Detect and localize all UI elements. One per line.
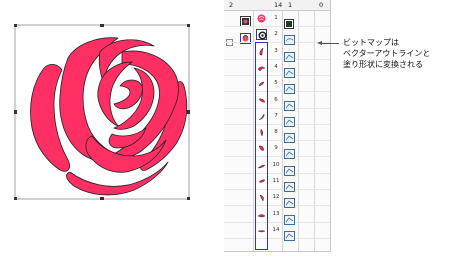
list-item[interactable]: 10 bbox=[224, 158, 330, 176]
petal-fill-icon bbox=[256, 94, 267, 106]
row-number: 13 bbox=[272, 210, 280, 217]
petal-fill-icon bbox=[256, 176, 267, 187]
heart-petal bbox=[113, 79, 143, 110]
header-col-1: 2 bbox=[229, 1, 234, 9]
header-col-2: 14 bbox=[274, 1, 283, 9]
rose-artwork[interactable] bbox=[14, 24, 190, 200]
row-number: 7 bbox=[274, 112, 278, 119]
handle-bottom-left bbox=[14, 197, 17, 200]
list-item[interactable]: 1 bbox=[224, 11, 330, 29]
petal-fill-icon bbox=[256, 208, 267, 220]
row-number: 1 bbox=[274, 15, 278, 21]
annotation-arrow-head bbox=[317, 41, 322, 45]
handle-top-left bbox=[14, 24, 17, 27]
row-number: 9 bbox=[274, 145, 278, 152]
petal-fill-icon bbox=[256, 159, 267, 171]
row-number: 5 bbox=[274, 80, 278, 87]
list-item[interactable]: 11 bbox=[224, 174, 330, 192]
list-item[interactable]: 3 bbox=[224, 44, 330, 62]
handle-bottom-center bbox=[100, 197, 104, 200]
handle-middle-left bbox=[14, 110, 17, 114]
row-number: 3 bbox=[274, 47, 278, 54]
row-number: 8 bbox=[274, 129, 278, 136]
rose-bitmap-icon bbox=[256, 13, 267, 24]
annotation-line-3: 塗り形状に変換される bbox=[343, 60, 423, 69]
petal-fill-icon bbox=[256, 127, 267, 139]
annotation-arrow-line bbox=[321, 43, 339, 44]
list-item[interactable]: 8 bbox=[224, 125, 330, 144]
row-number: 11 bbox=[272, 178, 280, 184]
list-item[interactable]: 5 bbox=[224, 76, 330, 95]
fill-type-icon bbox=[284, 226, 295, 245]
row-number: 2 bbox=[274, 31, 278, 37]
handle-bottom-right bbox=[187, 197, 190, 200]
list-item[interactable]: 2 bbox=[224, 27, 330, 45]
petal-fill-icon bbox=[256, 143, 267, 155]
list-item[interactable]: 14 bbox=[224, 223, 330, 241]
row-number: 14 bbox=[272, 226, 280, 233]
rose-shapes bbox=[30, 37, 188, 196]
row-number: 4 bbox=[274, 63, 278, 70]
handle-top-center bbox=[100, 24, 104, 27]
petal-fill-icon bbox=[256, 45, 267, 57]
list-item[interactable]: 4 bbox=[224, 60, 330, 78]
list-item[interactable]: 12 bbox=[224, 190, 330, 209]
petal-fill-icon bbox=[256, 78, 267, 90]
petal-fill-icon bbox=[256, 61, 267, 73]
list-item[interactable]: 7 bbox=[224, 109, 330, 127]
list-item[interactable]: 6 bbox=[224, 93, 330, 111]
row-number: 10 bbox=[272, 161, 280, 168]
petal-fill-icon bbox=[256, 192, 267, 204]
list-item[interactable]: 13 bbox=[224, 207, 330, 225]
handle-middle-right bbox=[187, 110, 190, 114]
petal-fill-icon bbox=[256, 224, 267, 236]
object-list-panel: 2 14 1 0 1 2 3 4 5 6 7 8 9 10 11 12 13 14 bbox=[224, 0, 331, 252]
header-col-4: 0 bbox=[319, 1, 324, 9]
row-number: 12 bbox=[272, 194, 280, 201]
row-number: 6 bbox=[274, 96, 278, 103]
annotation-line-1: ビットマップは bbox=[343, 38, 399, 47]
header-col-3: 1 bbox=[288, 1, 293, 9]
rose-vector-canvas bbox=[14, 24, 190, 200]
handle-top-right bbox=[187, 24, 190, 27]
list-item[interactable]: 9 bbox=[224, 141, 330, 160]
annotation-line-2: ベクターアウトラインと bbox=[343, 49, 431, 58]
petal-fill-icon bbox=[256, 110, 267, 122]
rose-vector-icon bbox=[256, 29, 267, 40]
